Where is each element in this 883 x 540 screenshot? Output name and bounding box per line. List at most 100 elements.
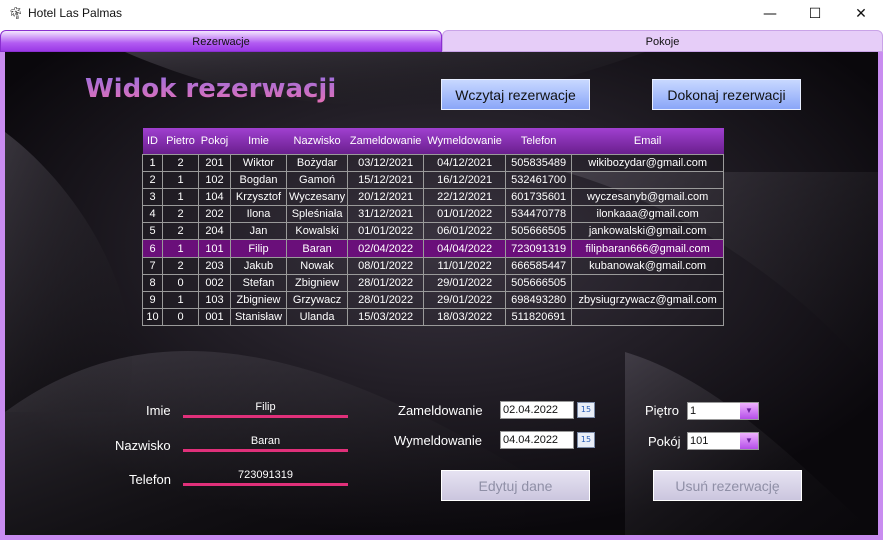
calendar-icon[interactable]: 15: [577, 432, 595, 448]
wymeldowanie-cell[interactable]: 01/01/2022: [423, 205, 507, 224]
zameldowanie-cell[interactable]: 08/01/2022: [347, 256, 425, 275]
wymeldowanie-cell[interactable]: 11/01/2022: [423, 256, 507, 275]
email-cell[interactable]: wyczesanyb@gmail.com: [571, 187, 725, 207]
telefon-cell[interactable]: 505666505: [505, 273, 573, 293]
tab-rezerwacje[interactable]: Rezerwacje: [0, 30, 442, 52]
imie-cell[interactable]: Ilona: [230, 205, 287, 224]
telefon-cell[interactable]: 505666505: [505, 222, 573, 241]
pokoj-select[interactable]: 101 ▼: [687, 432, 759, 450]
column-header[interactable]: Telefon: [505, 128, 572, 154]
zameldowanie-date-input[interactable]: 02.04.2022: [500, 401, 574, 419]
table-row[interactable]: 8 0 002 Stefan Zbigniew 28/01/2022 29/01/2022 5…: [142, 273, 725, 293]
pokoj-cell[interactable]: 104: [198, 187, 231, 207]
pietro-cell[interactable]: 1: [162, 170, 199, 189]
wymeldowanie-cell[interactable]: 29/01/2022: [423, 290, 507, 310]
pokoj-cell[interactable]: 001: [198, 308, 231, 327]
pietro-cell[interactable]: 0: [162, 273, 199, 293]
zameldowanie-cell[interactable]: 31/12/2021: [347, 205, 425, 224]
telefon-cell[interactable]: 532461700: [505, 170, 573, 189]
pokoj-cell[interactable]: 102: [198, 170, 231, 189]
email-cell[interactable]: zbysiugrzywacz@gmail.com: [571, 290, 725, 310]
minimize-button[interactable]: —: [747, 0, 793, 28]
table-row[interactable]: 6 1 101 Filip Baran 02/04/2022 04/04/2022 72309…: [142, 239, 725, 258]
pokoj-cell[interactable]: 201: [198, 153, 231, 172]
table-row[interactable]: 9 1 103 Zbigniew Grzywacz 28/01/2022 29/01/202…: [142, 290, 725, 310]
telefon-cell[interactable]: 601735601: [505, 187, 573, 207]
pokoj-cell[interactable]: 204: [198, 222, 231, 241]
imie-cell[interactable]: Krzysztof: [230, 187, 287, 207]
wymeldowanie-cell[interactable]: 06/01/2022: [423, 222, 507, 241]
column-header[interactable]: Pietro: [162, 128, 199, 154]
telefon-cell[interactable]: 723091319: [505, 239, 573, 258]
wymeldowanie-cell[interactable]: 22/12/2021: [423, 187, 507, 207]
pietro-cell[interactable]: 2: [162, 256, 199, 275]
email-cell[interactable]: ilonkaaa@gmail.com: [571, 205, 725, 224]
make-reservation-button[interactable]: Dokonaj rezerwacji: [652, 79, 801, 110]
nazwisko-cell[interactable]: Ulanda: [285, 308, 349, 327]
column-header[interactable]: Imie: [230, 128, 287, 154]
zameldowanie-cell[interactable]: 28/01/2022: [347, 290, 425, 310]
pietro-cell[interactable]: 2: [162, 153, 199, 172]
telefon-cell[interactable]: 505835489: [505, 153, 573, 172]
table-row[interactable]: 1 2 201 Wiktor Bożydar 03/12/2021 04/12/2021 50…: [142, 153, 725, 172]
nazwisko-cell[interactable]: Gamoń: [285, 170, 349, 189]
zameldowanie-cell[interactable]: 20/12/2021: [347, 187, 425, 207]
nazwisko-cell[interactable]: Nowak: [285, 256, 349, 275]
telefon-cell[interactable]: 666585447: [505, 256, 573, 275]
imie-cell[interactable]: Stefan: [230, 273, 287, 293]
pietro-cell[interactable]: 1: [162, 239, 199, 258]
pokoj-cell[interactable]: 103: [198, 290, 231, 310]
column-header[interactable]: Email: [571, 128, 724, 154]
zameldowanie-cell[interactable]: 03/12/2021: [347, 153, 425, 172]
nazwisko-cell[interactable]: Bożydar: [285, 153, 349, 172]
load-reservations-button[interactable]: Wczytaj rezerwacje: [441, 79, 590, 110]
imie-field[interactable]: Filip: [183, 400, 348, 418]
telefon-cell[interactable]: 511820691: [505, 308, 573, 327]
nazwisko-cell[interactable]: Spleśniała: [285, 205, 349, 224]
imie-cell[interactable]: Jan: [230, 222, 287, 241]
tab-pokoje[interactable]: Pokoje: [442, 30, 883, 52]
email-cell[interactable]: kubanowak@gmail.com: [571, 256, 725, 275]
imie-cell[interactable]: Bogdan: [230, 170, 287, 189]
chevron-down-icon[interactable]: ▼: [740, 403, 758, 419]
id-cell[interactable]: 10: [142, 308, 163, 327]
telefon-field[interactable]: 723091319: [183, 468, 348, 486]
column-header[interactable]: Pokoj: [198, 128, 231, 154]
pietro-cell[interactable]: 1: [162, 290, 199, 310]
id-cell[interactable]: 3: [142, 187, 163, 207]
table-row[interactable]: 4 2 202 Ilona Spleśniała 31/12/2021 01/01/2022…: [142, 205, 725, 224]
email-cell[interactable]: filipbaran666@gmail.com: [571, 239, 725, 258]
email-cell[interactable]: [571, 170, 725, 189]
zameldowanie-cell[interactable]: 28/01/2022: [347, 273, 425, 293]
imie-cell[interactable]: Zbigniew: [230, 290, 287, 310]
close-button[interactable]: ✕: [838, 0, 883, 28]
table-row[interactable]: 10 0 001 Stanisław Ulanda 15/03/2022 18/03/202…: [142, 308, 725, 327]
nazwisko-cell[interactable]: Baran: [285, 239, 349, 258]
id-cell[interactable]: 1: [142, 153, 163, 172]
column-header[interactable]: Wymeldowanie: [423, 128, 506, 154]
wymeldowanie-date-input[interactable]: 04.04.2022: [500, 431, 574, 449]
imie-cell[interactable]: Filip: [230, 239, 287, 258]
id-cell[interactable]: 8: [142, 273, 163, 293]
email-cell[interactable]: [571, 308, 725, 327]
email-cell[interactable]: wikibozydar@gmail.com: [571, 153, 725, 172]
column-header[interactable]: ID: [142, 128, 163, 154]
nazwisko-field[interactable]: Baran: [183, 434, 348, 452]
table-row[interactable]: 2 1 102 Bogdan Gamoń 15/12/2021 16/12/2021 5324…: [142, 170, 725, 189]
imie-cell[interactable]: Stanisław: [230, 308, 287, 327]
id-cell[interactable]: 4: [142, 205, 163, 224]
table-row[interactable]: 7 2 203 Jakub Nowak 08/01/2022 11/01/2022 66658…: [142, 256, 725, 275]
calendar-icon[interactable]: 15: [577, 402, 595, 418]
nazwisko-cell[interactable]: Zbigniew: [285, 273, 349, 293]
table-row[interactable]: 5 2 204 Jan Kowalski 01/01/2022 06/01/2022 5056…: [142, 222, 725, 241]
column-header[interactable]: Nazwisko: [286, 128, 348, 154]
edit-data-button[interactable]: Edytuj dane: [441, 470, 590, 501]
id-cell[interactable]: 2: [142, 170, 163, 189]
id-cell[interactable]: 9: [142, 290, 163, 310]
zameldowanie-cell[interactable]: 15/03/2022: [347, 308, 425, 327]
delete-reservation-button[interactable]: Usuń rezerwację: [653, 470, 802, 501]
id-cell[interactable]: 5: [142, 222, 163, 241]
id-cell[interactable]: 7: [142, 256, 163, 275]
pietro-cell[interactable]: 2: [162, 205, 199, 224]
chevron-down-icon[interactable]: ▼: [740, 433, 758, 449]
